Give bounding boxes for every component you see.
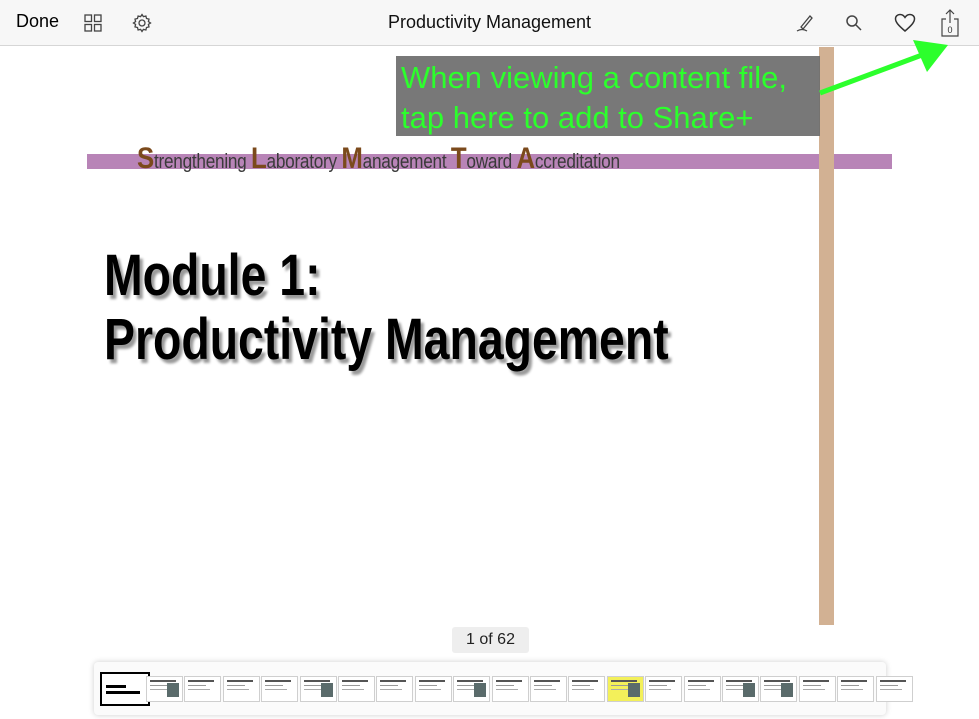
slide-thumbnail[interactable] xyxy=(875,676,913,702)
favorite-heart-icon[interactable] xyxy=(891,9,919,37)
slide-thumbnail[interactable] xyxy=(645,676,683,702)
share-plus-tooltip: When viewing a content file, tap here to… xyxy=(396,56,820,136)
slide-thumbnail[interactable] xyxy=(376,676,414,702)
annotate-pen-icon[interactable] xyxy=(791,9,819,37)
slide-thumbnail[interactable] xyxy=(530,676,567,702)
slide-thumbnail[interactable] xyxy=(798,676,836,702)
slide-subtitle: Strengthening Laboratory Management Towa… xyxy=(137,142,620,175)
tooltip-line2: tap here to add to Share+ xyxy=(401,100,754,135)
page-indicator: 1 of 62 xyxy=(452,627,529,653)
tooltip-arrow xyxy=(819,40,948,96)
slide-heading-line1: Module 1: xyxy=(104,243,321,308)
slide-thumbnail[interactable] xyxy=(146,676,183,702)
slide-thumbnail[interactable] xyxy=(722,676,759,702)
thumbnail-selected[interactable] xyxy=(100,672,150,706)
slide-thumbnail[interactable] xyxy=(299,676,337,702)
slide-thumbnail[interactable] xyxy=(491,676,529,702)
slide-thumbnail[interactable] xyxy=(261,676,299,702)
slide-thumbnail[interactable] xyxy=(568,676,606,702)
slide-thumbnail[interactable] xyxy=(338,676,375,702)
slide-thumbnail[interactable] xyxy=(760,676,798,702)
search-icon[interactable] xyxy=(840,9,868,37)
slide-thumbnail[interactable] xyxy=(606,676,644,702)
slide-heading: Module 1: Productivity Management xyxy=(104,244,669,372)
slide-thumbnail[interactable] xyxy=(683,676,721,702)
slide-vertical-bar xyxy=(819,47,834,625)
slide-thumbnail[interactable] xyxy=(453,676,491,702)
settings-gear-icon[interactable] xyxy=(128,9,156,37)
tooltip-line1: When viewing a content file, xyxy=(401,60,787,95)
grid-view-icon[interactable] xyxy=(79,9,107,37)
slide-thumbnail[interactable] xyxy=(414,676,452,702)
done-button[interactable]: Done xyxy=(16,11,59,32)
thumbnail-strip[interactable] xyxy=(94,662,913,715)
slide-thumbnail[interactable] xyxy=(184,676,222,702)
share-plus-icon[interactable]: 0 xyxy=(936,8,964,38)
slide-thumbnail[interactable] xyxy=(222,676,260,702)
slide-thumbnail[interactable] xyxy=(837,676,875,702)
share-count-badge: 0 xyxy=(947,25,952,35)
slide-heading-line2: Productivity Management xyxy=(104,307,669,372)
